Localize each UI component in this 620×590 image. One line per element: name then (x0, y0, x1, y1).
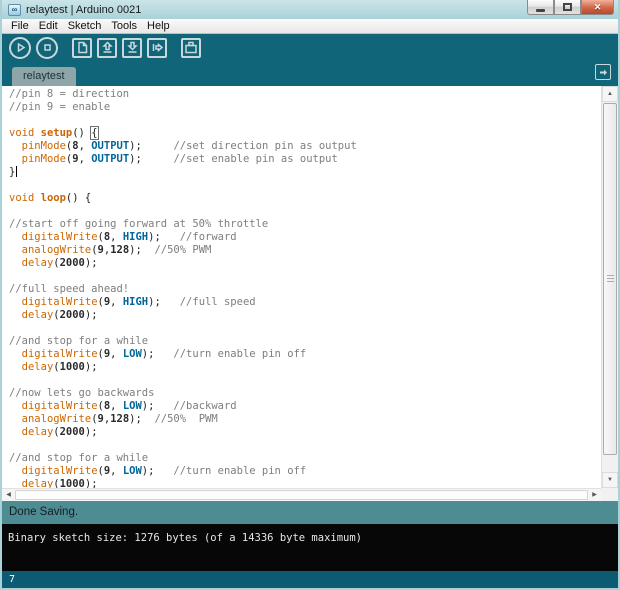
code-line: delay(2000); (21, 426, 98, 438)
down-arrow-icon (126, 41, 138, 53)
vertical-scroll-thumb[interactable] (603, 103, 617, 455)
vertical-scrollbar[interactable]: ▲ ▼ (601, 86, 618, 488)
menu-item-help[interactable]: Help (142, 19, 175, 33)
menu-item-sketch[interactable]: Sketch (63, 19, 107, 33)
stop-button[interactable] (36, 36, 58, 59)
code-line: digitalWrite(9, LOW); //turn enable pin … (21, 465, 307, 477)
code-line: digitalWrite(9, HIGH); //full speed (21, 296, 256, 308)
code-line: //start off going forward at 50% throttl… (9, 218, 269, 230)
arduino-ide-window: ∞ relaytest | Arduino 0021 ✕ File Edit Ske… (0, 0, 620, 590)
code-line: delay(1000); (21, 478, 98, 488)
code-line: void setup() { (9, 126, 99, 140)
tab-menu-arrow-icon (599, 69, 607, 75)
menu-item-tools[interactable]: Tools (106, 19, 142, 33)
tab-menu-button[interactable] (595, 64, 611, 80)
code-line: pinMode(8, OUTPUT); //set direction pin … (21, 140, 357, 152)
minimize-icon (536, 8, 545, 12)
maximize-icon (563, 3, 572, 11)
window-title: relaytest | Arduino 0021 (26, 3, 142, 16)
code-line: delay(2000); (21, 257, 98, 269)
window-controls: ✕ (527, 0, 614, 15)
app-icon: ∞ (8, 3, 21, 16)
horizontal-scrollbar[interactable]: ◀ ▶ (2, 488, 601, 501)
scroll-up-button[interactable]: ▲ (602, 86, 618, 102)
new-sketch-button[interactable] (72, 37, 92, 58)
serial-monitor-button[interactable] (181, 37, 201, 58)
menu-item-edit[interactable]: Edit (34, 19, 63, 33)
code-line: //pin 9 = enable (9, 101, 111, 113)
code-line: pinMode(9, OUTPUT); //set enable pin as … (21, 153, 338, 165)
code-line: delay(2000); (21, 309, 98, 321)
tabbar: relaytest (2, 61, 618, 86)
code-line: delay(1000); (21, 361, 98, 373)
up-arrow-icon (101, 41, 113, 53)
code-line: //pin 8 = direction (9, 88, 130, 100)
console-message: Binary sketch size: 1276 bytes (of a 143… (8, 532, 363, 544)
play-icon (17, 42, 25, 53)
right-arrow-icon (152, 42, 163, 53)
code-line: //and stop for a while (9, 335, 149, 347)
status-message: Done Saving. (9, 506, 79, 518)
code-line: //and stop for a while (9, 452, 149, 464)
code-editor: //pin 8 = direction//pin 9 = enable void… (2, 86, 618, 501)
close-icon: ✕ (593, 1, 602, 12)
code-line: digitalWrite(8, LOW); //backward (21, 400, 237, 412)
scroll-right-button[interactable]: ▶ (588, 489, 601, 501)
toolbar (2, 34, 618, 61)
menu-item-file[interactable]: File (6, 19, 34, 33)
open-sketch-button[interactable] (97, 37, 117, 58)
code-line: } (9, 166, 18, 178)
close-button[interactable]: ✕ (581, 0, 614, 15)
horizontal-scroll-thumb[interactable] (15, 490, 588, 500)
current-line-number: 7 (9, 574, 16, 585)
code-line: //now lets go backwards (9, 387, 155, 399)
save-sketch-button[interactable] (122, 37, 142, 58)
status-bar: Done Saving. (2, 501, 618, 524)
console-output: Binary sketch size: 1276 bytes (of a 143… (2, 524, 618, 571)
maximize-button[interactable] (554, 0, 581, 15)
scroll-left-button[interactable]: ◀ (2, 489, 15, 501)
scroll-down-button[interactable]: ▼ (602, 472, 618, 488)
code-line: digitalWrite(9, LOW); //turn enable pin … (21, 348, 307, 360)
titlebar[interactable]: ∞ relaytest | Arduino 0021 ✕ (2, 0, 618, 19)
code-line: digitalWrite(8, HIGH); //forward (21, 231, 237, 243)
code-area[interactable]: //pin 8 = direction//pin 9 = enable void… (2, 86, 601, 488)
code-line: void loop() { (9, 192, 92, 204)
verify-button[interactable] (9, 36, 31, 59)
code-line: analogWrite(9,128); //50% PWM (21, 244, 212, 256)
menubar: File Edit Sketch Tools Help (2, 19, 618, 34)
footer-line-indicator: 7 (2, 571, 618, 588)
code-line: analogWrite(9,128); //50% PWM (21, 413, 218, 425)
stop-icon (43, 44, 51, 51)
new-document-icon (77, 41, 87, 54)
scrollbar-corner (601, 488, 618, 501)
upload-button[interactable] (147, 37, 167, 58)
serial-monitor-icon (185, 41, 197, 54)
minimize-button[interactable] (527, 0, 554, 15)
text-caret (16, 166, 18, 177)
code-line: //full speed ahead! (9, 283, 130, 295)
tab-relaytest[interactable]: relaytest (12, 67, 76, 86)
